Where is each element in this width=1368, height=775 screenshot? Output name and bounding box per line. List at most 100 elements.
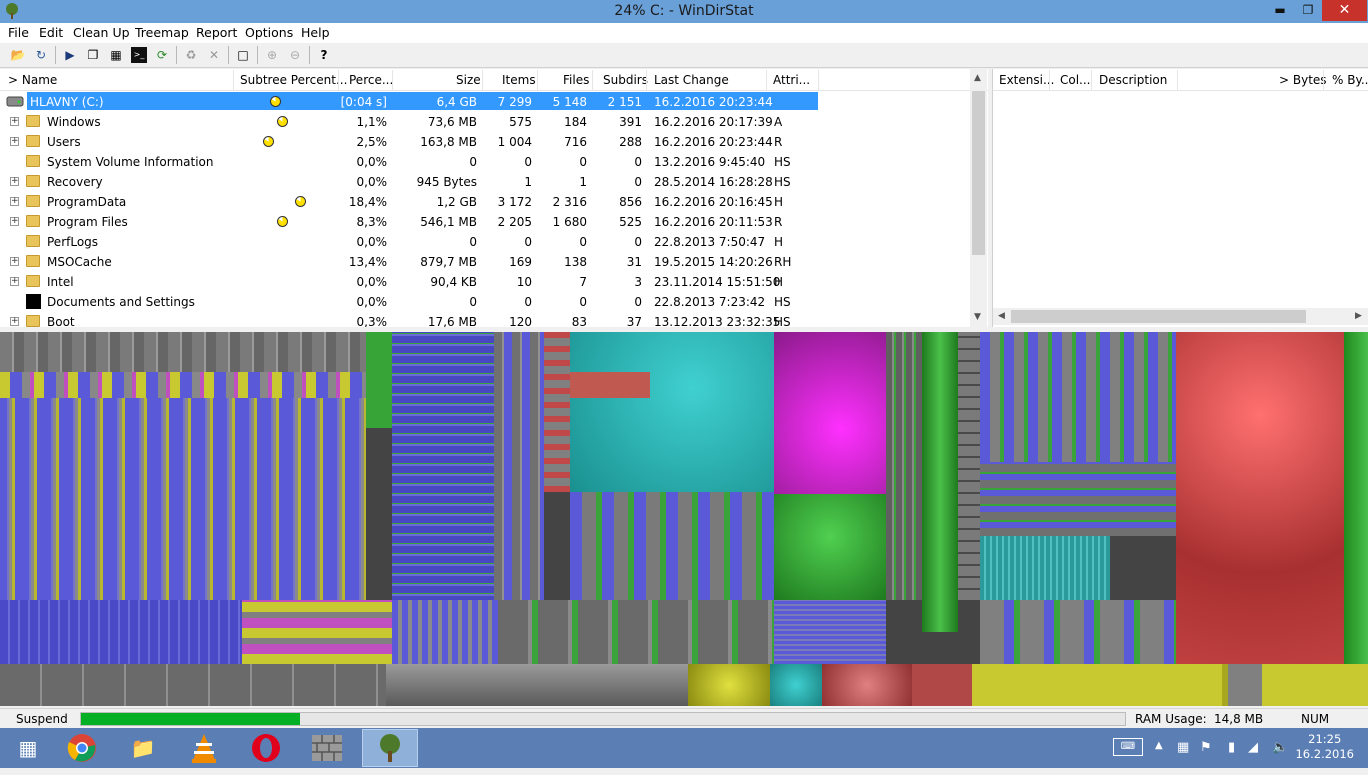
column-bytes-percent[interactable]: % By...: [1332, 73, 1368, 87]
row-subdirs: 2 151: [607, 95, 642, 109]
tree-row[interactable]: + Intel 0,0% 90,4 KB 10 7 3 23.11.2014 15:51:50…: [0, 272, 970, 292]
row-items: 120: [509, 315, 532, 327]
pacman-graph-icon: [270, 96, 281, 107]
expand-icon[interactable]: +: [10, 117, 19, 126]
tree-row[interactable]: + Windows 1,1% 73,6 MB 575 184 391 16.2.2016 20…: [0, 112, 970, 132]
column-bytes[interactable]: > Bytes: [1279, 73, 1327, 87]
tree-row[interactable]: + MSOCache 13,4% 879,7 MB 169 138 31 19.5.2015 …: [0, 252, 970, 272]
scroll-right-icon[interactable]: ▶: [1355, 311, 1362, 321]
vlc-icon[interactable]: [176, 729, 232, 767]
row-size: 0: [469, 235, 477, 249]
expand-icon[interactable]: +: [10, 317, 19, 326]
minimize-icon[interactable]: ▬: [1266, 0, 1294, 21]
copy-icon[interactable]: ❐: [85, 47, 101, 63]
chrome-icon[interactable]: [54, 729, 110, 767]
tree-vertical-scrollbar[interactable]: ▲ ▼: [970, 69, 987, 327]
tree-row[interactable]: + ProgramData 18,4% 1,2 GB 3 172 2 316 856 16.2…: [0, 192, 970, 212]
tree-row[interactable]: PerfLogs 0,0% 0 0 0 0 22.8.2013 7:50:47 H: [0, 232, 970, 252]
tree-row[interactable]: + Recovery 0,0% 945 Bytes 1 1 0 28.5.2014 16:28…: [0, 172, 970, 192]
menu-file[interactable]: File: [8, 25, 29, 40]
windows-start-icon[interactable]: ▦: [0, 729, 56, 767]
tree-row[interactable]: + Boot 0,3% 17,6 MB 120 83 37 13.12.2013 23:32:…: [0, 312, 970, 327]
scroll-left-icon[interactable]: ◀: [998, 311, 1005, 321]
expand-icon[interactable]: +: [10, 277, 19, 286]
recycle-icon[interactable]: ♻: [183, 47, 199, 63]
column-percent[interactable]: Perce...: [349, 73, 393, 87]
menu-report[interactable]: Report: [196, 25, 237, 40]
row-subdirs: 856: [619, 195, 642, 209]
signal-icon[interactable]: ◢: [1248, 740, 1258, 755]
expand-icon[interactable]: +: [10, 217, 19, 226]
scrollbar-thumb[interactable]: [972, 91, 985, 255]
volume-icon[interactable]: 🔈: [1272, 740, 1288, 755]
column-items[interactable]: Items: [502, 73, 536, 87]
extension-horizontal-scrollbar[interactable]: ◀ ▶: [993, 308, 1368, 325]
expand-icon[interactable]: +: [10, 137, 19, 146]
wall-icon[interactable]: [299, 729, 355, 767]
close-icon[interactable]: ✕: [1322, 0, 1367, 21]
flag-icon[interactable]: ⚑: [1200, 740, 1212, 755]
tree-row[interactable]: System Volume Information 0,0% 0 0 0 0 13.2.20…: [0, 152, 970, 172]
column-subtree-percent[interactable]: Subtree Percent...: [240, 73, 347, 87]
system-clock[interactable]: 21:25 16.2.2016: [1295, 732, 1354, 762]
tree-row[interactable]: HLAVNY (C:) [0:04 s] 6,4 GB 7 299 5 148 2 151…: [0, 92, 970, 112]
tree-row[interactable]: + Program Files 8,3% 546,1 MB 2 205 1 680 525 1…: [0, 212, 970, 232]
zoom-out-icon[interactable]: ⊖: [287, 47, 303, 63]
cmd-icon[interactable]: >_: [131, 47, 147, 63]
extension-header: Extensi... Col... Description > Bytes % …: [993, 69, 1368, 91]
row-size: 163,8 MB: [420, 135, 477, 149]
row-last-change: 16.2.2016 20:23:44: [654, 135, 773, 149]
folder-icon: [26, 315, 40, 327]
scrollbar-thumb[interactable]: [1011, 310, 1306, 323]
refresh-icon[interactable]: ⟳: [154, 47, 170, 63]
opera-icon[interactable]: [238, 729, 294, 767]
file-explorer-icon[interactable]: 📁: [115, 729, 171, 767]
restore-icon[interactable]: ❐: [1294, 0, 1322, 21]
menu-clean-up[interactable]: Clean Up: [73, 25, 130, 40]
column-subdirs[interactable]: Subdirs: [603, 73, 648, 87]
row-files: 184: [564, 115, 587, 129]
column-color[interactable]: Col...: [1060, 73, 1091, 87]
column-files[interactable]: Files: [563, 73, 589, 87]
row-last-change: 28.5.2014 16:28:28: [654, 175, 773, 189]
open-icon[interactable]: 📂: [10, 47, 26, 63]
tree-row[interactable]: + Users 2,5% 163,8 MB 1 004 716 288 16.2.2016 2…: [0, 132, 970, 152]
refresh-all-icon[interactable]: ↻: [33, 47, 49, 63]
row-name: HLAVNY (C:): [30, 95, 104, 109]
column-name[interactable]: > Name: [8, 73, 57, 87]
column-description[interactable]: Description: [1099, 73, 1167, 87]
windirstat-icon[interactable]: [362, 729, 418, 767]
battery-icon[interactable]: ▮: [1228, 740, 1235, 755]
keyboard-icon[interactable]: ⌨: [1113, 738, 1143, 756]
column-size[interactable]: Size: [456, 73, 481, 87]
play-icon[interactable]: ▶: [62, 47, 78, 63]
menu-options[interactable]: Options: [245, 25, 293, 40]
row-items: 0: [524, 295, 532, 309]
delete-icon[interactable]: ✕: [206, 47, 222, 63]
column-last-change[interactable]: Last Change: [654, 73, 729, 87]
column-extension[interactable]: Extensi...: [999, 73, 1054, 87]
column-attributes[interactable]: Attri...: [773, 73, 810, 87]
show-hidden-icons-icon[interactable]: ▲: [1155, 740, 1163, 751]
scroll-up-icon[interactable]: ▲: [974, 73, 981, 83]
tree-row[interactable]: Documents and Settings 0,0% 0 0 0 0 22.8.2013 …: [0, 292, 970, 312]
row-attributes: HS: [774, 295, 791, 309]
help-icon[interactable]: ?: [316, 47, 332, 63]
treemap[interactable]: [0, 332, 1368, 706]
menu-treemap[interactable]: Treemap: [135, 25, 189, 40]
zoom-in-icon[interactable]: ⊕: [264, 47, 280, 63]
menu-help[interactable]: Help: [301, 25, 330, 40]
network-icon[interactable]: ▦: [1177, 740, 1189, 755]
expand-icon[interactable]: +: [10, 257, 19, 266]
row-size: 6,4 GB: [436, 95, 477, 109]
menu-edit[interactable]: Edit: [39, 25, 63, 40]
scroll-down-icon[interactable]: ▼: [974, 312, 981, 322]
explorer-icon[interactable]: ▦: [108, 47, 124, 63]
row-items: 2 205: [497, 215, 532, 229]
properties-icon[interactable]: □: [235, 47, 251, 63]
expand-icon[interactable]: +: [10, 177, 19, 186]
row-items: 3 172: [497, 195, 532, 209]
row-attributes: H: [774, 235, 784, 249]
suspend-button[interactable]: Suspend: [16, 712, 68, 726]
expand-icon[interactable]: +: [10, 197, 19, 206]
